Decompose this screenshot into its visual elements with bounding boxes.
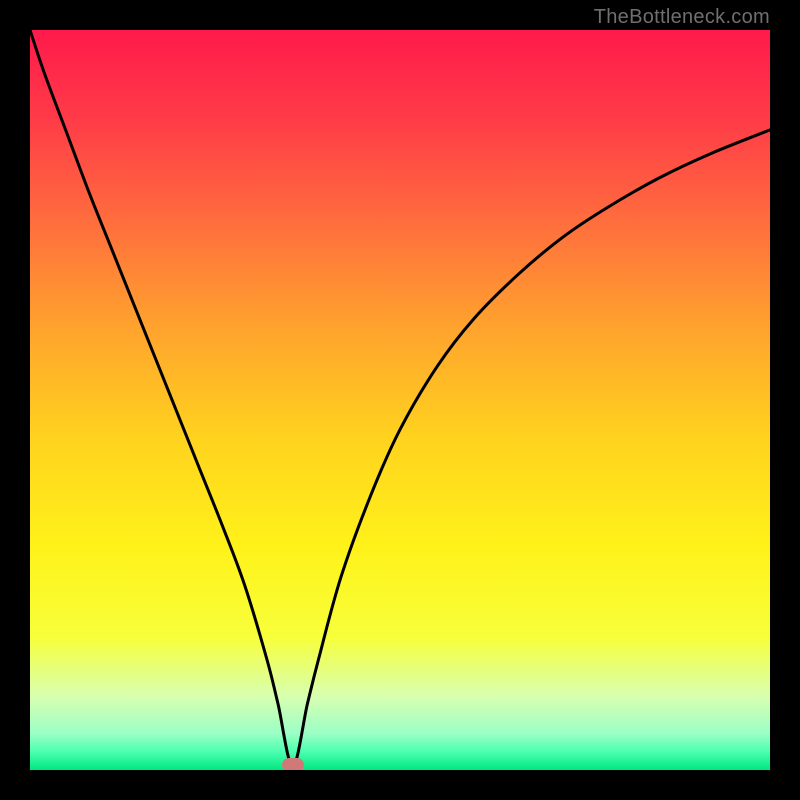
bottleneck-curve — [30, 30, 770, 770]
optimal-point-marker — [282, 758, 304, 770]
plot-area — [30, 30, 770, 770]
chart-container: TheBottleneck.com — [0, 0, 800, 800]
watermark-text: TheBottleneck.com — [594, 6, 770, 29]
